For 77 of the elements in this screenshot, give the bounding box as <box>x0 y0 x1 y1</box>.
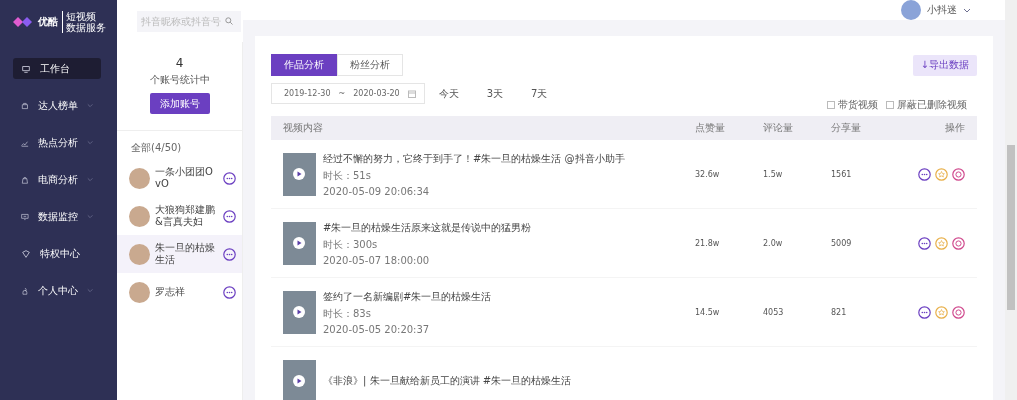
account-count: 4 <box>175 56 184 70</box>
more-icon[interactable] <box>918 305 931 319</box>
tab[interactable]: 作品分析 <box>271 54 337 76</box>
video-duration: 时长：300s <box>323 237 379 252</box>
sidebar-item[interactable]: 电商分析 <box>13 169 101 190</box>
sidebar-item[interactable]: 数据监控 <box>13 206 101 227</box>
group-label: 全部(4/50) <box>131 141 183 155</box>
sidebar-item[interactable]: 热点分析 <box>13 132 101 153</box>
diamond-icon <box>21 247 31 260</box>
more-icon[interactable] <box>223 247 236 261</box>
video-title[interactable]: 经过不懈的努力，它终于到手了！#朱一旦的枯燥生活 @抖音小助手 <box>323 151 625 166</box>
table-cell-text: 21.8w <box>695 238 721 248</box>
table-cell-text: 1.5w <box>763 169 784 179</box>
logo-name: 优酷 <box>38 15 58 29</box>
play-icon <box>293 167 305 180</box>
video-title[interactable]: 签约了一名新编剧#朱一旦的枯燥生活 <box>323 289 492 304</box>
play-icon <box>293 236 305 249</box>
chevron-down-icon <box>963 7 971 13</box>
column-header: 操作 <box>944 121 965 135</box>
more-icon[interactable] <box>918 236 931 250</box>
more-icon[interactable] <box>223 285 236 299</box>
logo-tagline: 短视频 数据服务 <box>62 11 106 33</box>
target-icon[interactable] <box>952 305 965 319</box>
range-button[interactable]: 7天 <box>517 86 562 101</box>
table-cell-text: 2.0w <box>763 238 784 248</box>
export-button[interactable]: ↓导出数据 <box>912 54 977 76</box>
play-icon <box>293 305 305 318</box>
video-duration: 时长：51s <box>323 168 372 183</box>
play-icon <box>293 374 305 387</box>
table-cell-text: 14.5w <box>695 307 721 317</box>
more-icon[interactable] <box>223 209 236 223</box>
more-icon[interactable] <box>918 167 931 181</box>
video-date: 2020-05-07 18:00:00 <box>323 254 431 266</box>
video-thumbnail[interactable] <box>283 152 316 196</box>
account-item[interactable]: 朱一旦的枯燥生活 <box>117 235 242 273</box>
video-thumbnail[interactable] <box>283 359 316 400</box>
video-duration: 时长：83s <box>323 306 372 321</box>
table-cell-text: 4053 <box>763 307 785 317</box>
account-caption: 个账号统计中 <box>149 73 210 87</box>
sidebar-item[interactable]: 工作台 <box>13 58 101 79</box>
tab[interactable]: 粉丝分析 <box>337 54 403 76</box>
user-avatar <box>901 0 921 20</box>
calendar-icon <box>407 89 416 98</box>
table-cell-text: 32.6w <box>695 169 721 179</box>
sidebar-item[interactable]: 达人榜单 <box>13 95 101 116</box>
video-date: 2020-05-09 20:06:34 <box>323 185 431 197</box>
video-title[interactable]: 《非浪》| 朱一旦献给新员工的演讲 #朱一旦的枯燥生活 <box>323 374 572 388</box>
avatar-circle <box>129 167 150 189</box>
search-icon[interactable] <box>225 17 233 25</box>
range-button[interactable]: 3天 <box>472 86 518 101</box>
logo-icon <box>12 16 34 28</box>
sidebar-item[interactable]: 个人中心 <box>13 280 101 301</box>
video-title[interactable]: #朱一旦的枯燥生活原来这就是传说中的猛男粉 <box>323 220 532 235</box>
column-header: 分享量 <box>831 121 862 135</box>
video-thumbnail[interactable] <box>283 221 316 265</box>
sidebar-item[interactable]: 特权中心 <box>13 243 101 264</box>
target-icon[interactable] <box>952 167 965 181</box>
column-header: 评论量 <box>763 121 794 135</box>
table-cell-text: 5009 <box>831 238 853 248</box>
date-range-field[interactable]: 2019-12-30 ~ 2020-03-20 <box>271 83 425 104</box>
user-name[interactable]: 小抖迷 <box>927 3 957 17</box>
filter-checkbox[interactable]: 屏蔽已删除视频 <box>886 98 967 112</box>
target-icon[interactable] <box>952 236 965 250</box>
avatar-circle <box>129 281 150 303</box>
avatar-circle <box>129 243 150 265</box>
video-date: 2020-05-05 20:20:37 <box>323 323 431 335</box>
add-account-button[interactable]: 添加账号 <box>149 93 210 114</box>
filter-checkbox[interactable]: 带货视频 <box>827 98 878 112</box>
column-header: 点赞量 <box>695 121 726 135</box>
table-cell-text: 1561 <box>831 169 853 179</box>
avatar-circle <box>129 205 150 227</box>
video-thumbnail[interactable] <box>283 290 316 334</box>
table-cell-text: 821 <box>831 307 848 317</box>
range-button[interactable]: 今天 <box>424 86 473 101</box>
scrollbar[interactable] <box>1005 0 1017 400</box>
column-header: 视频内容 <box>283 121 324 135</box>
more-icon[interactable] <box>223 171 236 185</box>
